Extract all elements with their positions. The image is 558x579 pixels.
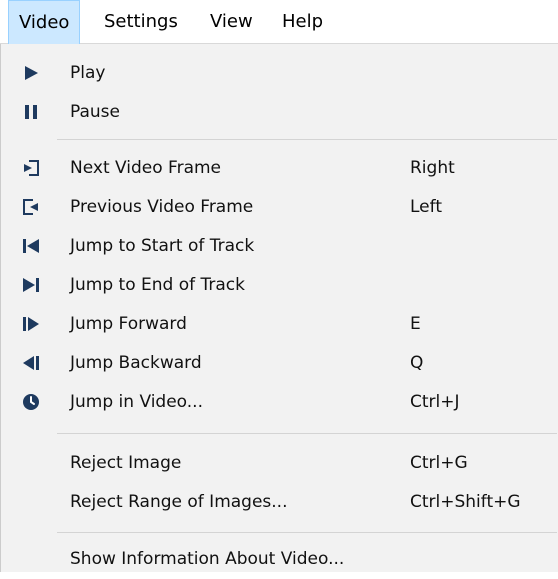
menu-separator <box>57 532 557 533</box>
menu-item-shortcut: Right <box>410 158 455 178</box>
menu-help[interactable]: Help <box>272 0 333 44</box>
menu-item-label: Jump Backward <box>70 353 202 373</box>
play-icon <box>21 63 41 83</box>
jump-forward-icon <box>21 314 41 334</box>
menu-item-label: Reject Range of Images... <box>70 492 288 512</box>
next-frame-icon <box>21 158 41 178</box>
jump-to-start-icon <box>21 236 41 256</box>
menu-item-reject-range-of-images[interactable]: Reject Range of Images... Ctrl+Shift+G <box>1 483 558 522</box>
menu-item-next-video-frame[interactable]: Next Video Frame Right <box>1 149 558 188</box>
menu-item-jump-to-start[interactable]: Jump to Start of Track <box>1 227 558 266</box>
menu-separator <box>57 139 557 140</box>
jump-to-end-icon <box>21 275 41 295</box>
menu-item-shortcut: Ctrl+J <box>410 392 460 412</box>
menu-bar: Video Settings View Help <box>0 0 558 44</box>
menu-item-jump-backward[interactable]: Jump Backward Q <box>1 344 558 383</box>
menu-view[interactable]: View <box>200 0 263 44</box>
menu-item-shortcut: Left <box>410 197 442 217</box>
menu-item-previous-video-frame[interactable]: Previous Video Frame Left <box>1 188 558 227</box>
menu-item-pause[interactable]: Pause <box>1 93 558 132</box>
pause-icon <box>21 102 41 122</box>
previous-frame-icon <box>21 197 41 217</box>
menu-item-label: Jump to End of Track <box>70 275 245 295</box>
menu-video[interactable]: Video <box>8 0 81 44</box>
menu-item-label: Jump to Start of Track <box>70 236 255 256</box>
video-menu-dropdown: Play Pause Next Video Frame Right Previo… <box>0 44 558 572</box>
menu-item-shortcut: Ctrl+Shift+G <box>410 492 521 512</box>
menu-item-label: Next Video Frame <box>70 158 222 178</box>
menu-item-play[interactable]: Play <box>1 54 558 93</box>
menu-item-label: Pause <box>70 102 120 122</box>
menu-item-jump-forward[interactable]: Jump Forward E <box>1 305 558 344</box>
clock-icon <box>21 392 41 412</box>
menu-item-reject-image[interactable]: Reject Image Ctrl+G <box>1 444 558 483</box>
menu-item-label: Jump in Video... <box>70 392 203 412</box>
menu-item-jump-in-video[interactable]: Jump in Video... Ctrl+J <box>1 383 558 422</box>
menu-item-label: Show Information About Video... <box>70 549 345 569</box>
menu-item-label: Reject Image <box>70 453 182 473</box>
menu-separator <box>57 433 557 434</box>
menu-item-show-video-information[interactable]: Show Information About Video... <box>1 540 558 579</box>
menu-item-label: Play <box>70 63 106 83</box>
menu-item-shortcut: E <box>410 314 421 334</box>
menu-item-shortcut: Ctrl+G <box>410 453 468 473</box>
jump-backward-icon <box>21 353 41 373</box>
menu-item-shortcut: Q <box>410 353 424 373</box>
menu-item-label: Jump Forward <box>70 314 187 334</box>
menu-settings[interactable]: Settings <box>94 0 188 44</box>
menu-item-label: Previous Video Frame <box>70 197 254 217</box>
menu-item-jump-to-end[interactable]: Jump to End of Track <box>1 266 558 305</box>
